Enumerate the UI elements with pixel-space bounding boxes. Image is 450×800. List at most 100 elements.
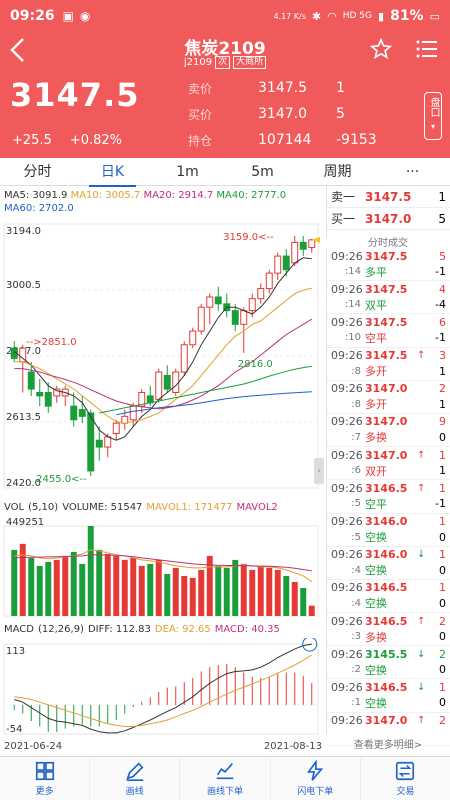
draw-line-order-button[interactable]: 画线下单	[180, 757, 271, 800]
candle-body	[308, 239, 316, 249]
more-button[interactable]: 更多	[0, 757, 91, 800]
trade-label: 交易	[396, 787, 415, 797]
buy-label: 买价	[188, 108, 213, 122]
trade-time: 09:26	[331, 415, 363, 429]
tab-daily-k[interactable]: 日K	[75, 158, 150, 187]
trade-kind: 空换	[365, 696, 387, 710]
volume-bar	[62, 555, 69, 616]
macd-diff: DIFF: 112.83	[87, 624, 151, 635]
volume-bar	[28, 557, 35, 616]
trade-tick: 09:26 3146.5 ↑ 2:3 多换 0	[327, 613, 450, 647]
volume-bar	[257, 565, 264, 616]
draw-line-button[interactable]: 画线	[90, 757, 181, 800]
volume-chart[interactable]: 449251	[0, 516, 324, 620]
draw-line-order-label: 画线下单	[207, 787, 244, 797]
trade-time: 09:26	[331, 614, 363, 628]
trade-time: 09:26	[331, 515, 363, 528]
trade-time: 09:26	[331, 647, 363, 661]
trade-price: 3147.5	[365, 349, 408, 363]
more-details-link[interactable]: 查看更多明细>	[326, 736, 450, 751]
macd-chart[interactable]: 113 -54	[0, 638, 324, 740]
trade-kind: 双开	[365, 464, 387, 478]
trade-volume: 2	[439, 647, 446, 661]
lightning-order-label: 闪电下单	[297, 787, 334, 797]
trade-tick: 09:26 3147.5 ↑ 3:8 多开 1	[327, 348, 450, 381]
trade-oi-delta: 1	[439, 364, 446, 378]
tab-1m[interactable]: 1m	[150, 158, 225, 186]
ask-label: 卖一	[331, 190, 356, 204]
trade-seconds: :4	[351, 597, 361, 609]
macd-axis-label-top: 113	[6, 646, 25, 657]
chart-scroll-handle[interactable]: ›	[314, 458, 324, 484]
lightning-order-button[interactable]: 闪电下单	[271, 757, 361, 800]
open-interest: 107144	[258, 132, 312, 148]
trade-time: 09:26	[331, 349, 363, 363]
vol-volume: VOLUME: 51547	[62, 502, 143, 513]
volume-bar	[215, 565, 222, 616]
trade-arrow-icon: ↓	[417, 549, 426, 561]
menu-button[interactable]	[416, 40, 438, 58]
trade-price: 3147.0	[365, 415, 408, 429]
orderbook-toggle-label: 盘口	[428, 97, 439, 117]
macd-dea: DEA: 92.65	[154, 624, 211, 635]
volume-bar	[266, 567, 273, 616]
volume-bar	[172, 567, 179, 616]
trade-kind: 多开	[365, 398, 387, 412]
candle-body	[291, 241, 299, 264]
trade-ticks-list[interactable]: 09:26 3147.5 5:14 多平 -1 09:26 3147.5 4:14 双平 -4 09…	[326, 248, 450, 746]
macd-axis-label-bottom: -54	[6, 724, 22, 735]
tab-more[interactable]: ···	[375, 158, 450, 186]
trade-button[interactable]: 交易	[361, 757, 450, 800]
macd-legend: MACD (12,26,9) DIFF: 112.83 DEA: 92.65 M…	[4, 624, 324, 635]
favorite-button[interactable]	[369, 37, 393, 60]
sell-label: 卖价	[188, 82, 213, 96]
trade-kind: 空换	[365, 663, 387, 677]
orderbook-toggle-button[interactable]: 盘口 ▾	[424, 92, 442, 140]
ma40-value: MA40: 2777.0	[216, 190, 287, 201]
ma5-value: MA5: 3091.9	[4, 190, 68, 201]
status-right: 4.17 K/s ✱ ◠ HD 5G ▮ 81% ▭	[273, 8, 440, 24]
trade-tick: 09:26 3147.5 5:14 多平 -1	[327, 248, 450, 282]
candle-body	[112, 422, 120, 434]
trade-tick: 09:26 3147.5 6:10 空平 -1	[327, 314, 450, 348]
volume-bar	[147, 563, 154, 616]
trade-seconds: :5	[351, 498, 361, 510]
candle-body	[78, 409, 86, 417]
ma60-value: MA60: 2702.0	[4, 203, 74, 214]
volume-axis-label: 449251	[6, 517, 44, 528]
trade-time: 09:26	[331, 714, 363, 728]
trade-price: 3147.0	[365, 714, 408, 728]
candle-body	[146, 395, 154, 404]
tab-period[interactable]: 周期	[300, 158, 375, 186]
candle-body	[121, 415, 129, 424]
trade-price: 3146.5	[365, 680, 408, 694]
last-price: 3147.5	[10, 76, 140, 114]
volume-bar	[181, 575, 188, 616]
trade-volume: 1	[439, 548, 446, 562]
trade-time: 09:26	[331, 680, 363, 694]
y-axis-label: 3194.0	[6, 226, 41, 237]
dea-line	[14, 654, 313, 727]
exchange-tag: 大商所	[233, 56, 267, 69]
trade-arrow-icon: ↓	[417, 648, 426, 660]
tab-5m[interactable]: 5m	[225, 158, 300, 186]
trade-oi-delta: 0	[439, 596, 446, 610]
kline-chart[interactable]: 3194.03000.52807.02613.52420.03159.0<---…	[0, 218, 324, 500]
tab-timeshare[interactable]: 分时	[0, 158, 75, 186]
candle-body	[257, 287, 265, 300]
bid-volume: 5	[438, 211, 446, 226]
trade-volume: 4	[439, 282, 446, 296]
trade-volume: 1	[439, 481, 446, 495]
trade-seconds: :8	[351, 398, 361, 410]
trade-seconds: :14	[344, 299, 361, 311]
candle-body	[155, 371, 163, 400]
trade-kind: 多平	[365, 265, 387, 279]
trade-volume: 1	[439, 680, 446, 694]
volume-bar	[164, 573, 171, 616]
candle-body	[129, 405, 137, 421]
app-notification-icon: ◉	[79, 9, 91, 23]
trade-price: 3147.5	[365, 249, 408, 263]
trade-oi-delta: 0	[439, 630, 446, 644]
trade-oi-delta: -4	[435, 298, 446, 312]
trade-volume: 2	[439, 714, 446, 728]
